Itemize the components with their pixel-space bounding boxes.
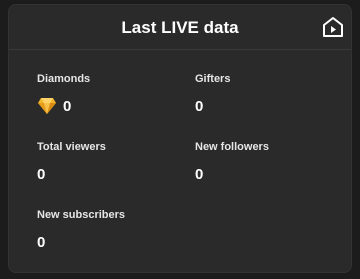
stat-new-subscribers: New subscribers 0 bbox=[37, 208, 187, 252]
stat-label-new-followers: New followers bbox=[195, 141, 269, 153]
diamond-icon bbox=[37, 97, 57, 115]
stat-value-total-viewers: 0 bbox=[37, 165, 46, 183]
stat-value-new-subscribers: 0 bbox=[37, 233, 46, 251]
stat-label-diamonds: Diamonds bbox=[37, 73, 91, 85]
stat-value-diamonds: 0 bbox=[63, 97, 72, 115]
stat-total-viewers: Total viewers 0 bbox=[37, 140, 187, 184]
stat-label-new-subscribers: New subscribers bbox=[37, 209, 126, 221]
stat-diamonds: Diamonds 0 bbox=[37, 72, 187, 116]
stat-gifters: Gifters 0 bbox=[195, 72, 345, 116]
stat-label-gifters: Gifters bbox=[195, 73, 231, 85]
card-header: Last LIVE data bbox=[9, 5, 351, 50]
stat-value-gifters: 0 bbox=[195, 97, 204, 115]
stat-new-followers: New followers 0 bbox=[195, 140, 345, 184]
stat-label-total-viewers: Total viewers bbox=[37, 141, 106, 153]
card-title: Last LIVE data bbox=[121, 18, 239, 37]
stat-value-new-followers: 0 bbox=[195, 165, 204, 183]
live-studio-icon[interactable] bbox=[321, 15, 345, 39]
last-live-data-card: Last LIVE data Diamonds 0 Gifters 0 Tota… bbox=[8, 4, 352, 273]
